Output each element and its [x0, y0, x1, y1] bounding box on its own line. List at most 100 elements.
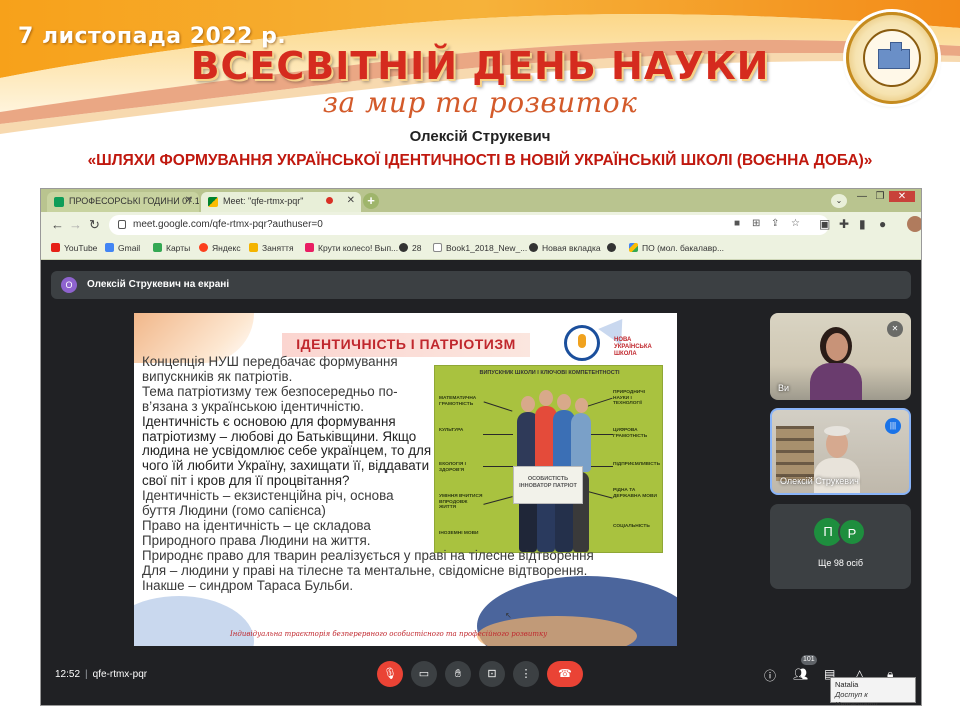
slide-body: Концепція НУШ передбачає формування випу… — [142, 354, 672, 594]
url-text: meet.google.com/qfe-rtmx-pqr?authuser=0 — [133, 219, 323, 230]
participant-avatar: Р — [838, 518, 866, 546]
slide-title: ІДЕНТИЧНІСТЬ І ПАТРІОТИЗМ — [296, 336, 516, 352]
slide-line: Право на ідентичність – це складова — [142, 517, 371, 533]
tab-professor-hours[interactable]: ПРОФЕСОРСЬКІ ГОДИНИ 07.11 ✕ — [47, 192, 199, 212]
classroom-icon — [249, 243, 258, 252]
youtube-icon — [51, 243, 60, 252]
bookmarks-bar: YouTube Gmail Карты Яндекс Заняття Крути… — [41, 238, 921, 260]
puzzle-icon[interactable]: ✚ — [839, 217, 849, 231]
sidebar-icon[interactable]: ▮ — [859, 217, 866, 231]
screen-root: 7 листопада 2022 р. ВСЕСВІТНІЙ ДЕНЬ НАУК… — [0, 0, 960, 720]
bookmark-wheel[interactable]: Крути колесо! Вып... — [305, 243, 398, 253]
slide-line: Інакше – синдром Тараса Бульби. — [142, 577, 354, 593]
participant-name: Олексій Струкевич — [780, 476, 859, 486]
extension-icon[interactable]: ▣ — [819, 217, 830, 231]
slide-line: чого їй любити Україну, захищати її, від… — [142, 458, 430, 474]
bookmark-classes[interactable]: Заняття — [249, 243, 294, 253]
bookmark-star-icon[interactable]: ☆ — [791, 218, 800, 229]
speaker-name: Олексій Струкевич — [409, 128, 551, 145]
network-tooltip: Natalia Доступ к Интернету — [830, 677, 916, 706]
meeting-details-icon[interactable]: ⓘ — [764, 667, 776, 684]
reload-icon[interactable]: ↻ — [89, 217, 100, 233]
translate-icon[interactable]: ⊞ — [752, 218, 760, 229]
tooltip-status: Доступ к Интернету — [835, 690, 878, 706]
yandex-icon — [199, 243, 208, 252]
tab-meet[interactable]: Meet: "qfe-rtmx-pqr" ✕ — [201, 192, 361, 212]
present-screen-button[interactable]: ⊡ — [479, 661, 505, 687]
camera-toggle-button[interactable]: ▭ — [411, 661, 437, 687]
close-window-icon[interactable]: ✕ — [889, 191, 915, 202]
recording-dot-icon — [326, 197, 333, 204]
university-seal-icon — [846, 12, 938, 104]
slide-line: в’язана з українською ідентичністю. — [142, 398, 364, 414]
close-tab-icon[interactable]: ✕ — [347, 195, 355, 206]
document-icon — [433, 243, 442, 252]
participant-tile-self[interactable]: ✕ Ви — [770, 313, 911, 400]
mic-toggle-button[interactable]: 🎙︎ — [377, 661, 403, 687]
mouse-cursor-icon: ↖ — [505, 611, 512, 620]
globe-icon — [607, 243, 616, 252]
slide-line: Ідентичність – екзистенційна річ, основа — [142, 488, 394, 504]
slide-line: Природного права Людини на життя. — [142, 532, 371, 548]
participant-face — [826, 333, 848, 361]
new-tab-button[interactable]: + — [363, 193, 379, 209]
more-options-button[interactable]: ⋮ — [513, 661, 539, 687]
meeting-code: qfe-rtmx-pqr — [92, 669, 148, 680]
presenter-avatar: O — [61, 277, 77, 293]
bookmark-maps[interactable]: Карты — [153, 243, 190, 253]
other-participants-tile[interactable]: П Р Ще 98 осіб — [770, 504, 911, 589]
wheel-icon — [305, 243, 314, 252]
bookmark-book1[interactable]: Book1_2018_New_... — [433, 243, 527, 253]
end-call-button[interactable]: ☎︎ — [547, 661, 583, 687]
google-icon — [105, 243, 114, 252]
talk-title: «ШЛЯХИ ФОРМУВАННЯ УКРАЇНСЬКОЇ ІДЕНТИЧНОС… — [87, 152, 873, 169]
window-controls: — ❐ ✕ — [853, 191, 915, 207]
camera-icon[interactable]: ■ — [734, 218, 740, 229]
slide-line: Ідентичність є основою для формування — [142, 413, 396, 429]
bookmark-youtube[interactable]: YouTube — [51, 243, 97, 253]
meeting-info: 12:52 | qfe-rtmx-pqr — [55, 669, 148, 680]
close-tab-icon[interactable]: ✕ — [185, 195, 193, 206]
lock-icon — [118, 220, 126, 229]
meeting-time: 12:52 — [55, 669, 81, 680]
url-field[interactable]: meet.google.com/qfe-rtmx-pqr?authuser=0 — [109, 215, 829, 235]
slide-decoration — [134, 596, 254, 646]
tab-search-button[interactable]: ⌄ — [831, 194, 847, 208]
event-banner: 7 листопада 2022 р. ВСЕСВІТНІЙ ДЕНЬ НАУК… — [0, 0, 960, 190]
raise-hand-button[interactable]: ✋︎ — [445, 661, 471, 687]
slide-line: випускників як патріотів. — [142, 368, 293, 384]
bookmark-po[interactable]: ПО (мол. бакалавр... — [629, 243, 724, 253]
sheets-icon — [54, 197, 64, 207]
meeting-controls-bar: 12:52 | qfe-rtmx-pqr 🎙︎ ▭ ✋︎ ⊡ ⋮ ☎︎ ⓘ 👥︎ 1… — [41, 647, 921, 706]
tab-label: ПРОФЕСОРСЬКІ ГОДИНИ 07.11 — [69, 196, 199, 206]
drive-icon — [629, 243, 638, 252]
bookmark-28[interactable]: 28 — [399, 243, 421, 253]
maps-icon — [153, 243, 162, 252]
slide-line: Природнє право для тварин реалізується у… — [142, 547, 594, 563]
more-participants-text: Ще 98 осіб — [817, 558, 864, 568]
bookmark-globe[interactable] — [607, 243, 620, 253]
maximize-icon[interactable]: ❐ — [871, 191, 889, 202]
profile-avatar[interactable] — [907, 216, 921, 232]
people-icon[interactable]: 👥︎ — [793, 667, 808, 681]
presenting-banner: O Олексій Струкевич на екрані — [51, 271, 911, 299]
meet-icon — [208, 197, 218, 207]
slide-line: буття Людини (гомо сапієнса) — [142, 503, 326, 519]
tooltip-name: Natalia — [835, 680, 859, 689]
forward-arrow-icon[interactable]: → — [69, 217, 82, 232]
minimize-icon[interactable]: — — [853, 191, 871, 202]
participant-tile-speaker[interactable]: ||| Олексій Струкевич — [770, 408, 911, 495]
slide-line: Для – людини у праві на тілесне та мента… — [142, 562, 588, 578]
globe-icon — [529, 243, 538, 252]
speaking-indicator-icon: ||| — [885, 418, 901, 434]
bookmark-yandex[interactable]: Яндекс — [199, 243, 241, 253]
event-subtitle: за мир та розвиток — [322, 86, 638, 119]
mic-off-icon: ✕ — [887, 321, 903, 337]
share-icon[interactable]: ⇪ — [771, 218, 779, 229]
back-arrow-icon[interactable]: ← — [51, 217, 64, 232]
profile-extension-icon[interactable]: ● — [879, 217, 886, 231]
tab-strip: ПРОФЕСОРСЬКІ ГОДИНИ 07.11 ✕ Meet: "qfe-r… — [41, 189, 921, 212]
bookmark-gmail[interactable]: Gmail — [105, 243, 140, 253]
bookmark-new-tab[interactable]: Новая вкладка — [529, 243, 601, 253]
meet-stage: O Олексій Струкевич на екрані ІДЕНТИЧНІС… — [41, 261, 921, 706]
